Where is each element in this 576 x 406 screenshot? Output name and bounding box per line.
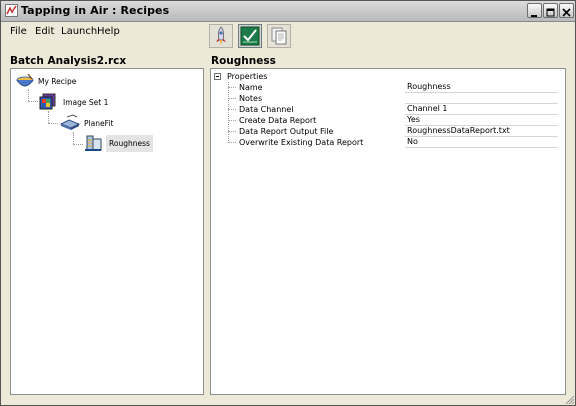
- property-value-field[interactable]: No: [405, 137, 558, 148]
- property-group-header[interactable]: Properties: [211, 71, 565, 82]
- property-value-field[interactable]: [405, 93, 558, 104]
- tree-node-planefit[interactable]: PlaneFit: [59, 113, 113, 133]
- image-set-icon: [39, 93, 56, 110]
- property-row[interactable]: Overwrite Existing Data Report No: [211, 137, 565, 148]
- recipe-file-title: Batch Analysis2.rcx: [10, 55, 127, 67]
- tree-node-roughness[interactable]: Roughness: [83, 133, 153, 153]
- maximize-icon: [546, 8, 555, 17]
- property-name: Data Report Output File: [239, 127, 334, 136]
- menu-help[interactable]: Help: [97, 26, 120, 37]
- copy-report-icon: [271, 27, 287, 45]
- resize-grip-icon[interactable]: [563, 393, 575, 405]
- property-group-label: Properties: [227, 72, 268, 81]
- menu-edit[interactable]: Edit: [35, 26, 54, 37]
- property-name: Notes: [239, 94, 263, 103]
- close-icon: [562, 8, 571, 17]
- analyze-button[interactable]: [238, 24, 262, 48]
- maximize-button[interactable]: [543, 3, 558, 18]
- rocket-icon: [216, 26, 226, 45]
- property-row[interactable]: Name Roughness: [211, 82, 565, 93]
- property-name: Create Data Report: [239, 116, 317, 125]
- report-button[interactable]: [267, 24, 291, 48]
- tree-label: PlaneFit: [84, 118, 114, 128]
- property-name: Overwrite Existing Data Report: [239, 138, 364, 147]
- planefit-icon: [59, 114, 81, 130]
- minimize-button[interactable]: [527, 3, 542, 18]
- collapse-icon[interactable]: [214, 73, 221, 80]
- recipe-bowl-icon: [16, 73, 34, 87]
- property-row[interactable]: Data Report Output File RoughnessDataRep…: [211, 126, 565, 137]
- property-row[interactable]: Data Channel Channel 1: [211, 104, 565, 115]
- tree-label: Image Set 1: [63, 97, 109, 107]
- property-row[interactable]: Create Data Report Yes: [211, 115, 565, 126]
- property-value-field[interactable]: RoughnessDataReport.txt: [405, 126, 558, 137]
- recipes-window: Tapping in Air : Recipes File Edit Launc…: [0, 0, 576, 406]
- property-row[interactable]: Notes: [211, 93, 565, 104]
- tree-label: My Recipe: [38, 76, 77, 86]
- property-name: Data Channel: [239, 105, 294, 114]
- roughness-icon: [85, 135, 102, 151]
- menu-launch[interactable]: Launch: [61, 26, 97, 37]
- property-value-field[interactable]: Roughness: [405, 82, 558, 93]
- property-name: Name: [239, 83, 263, 92]
- menu-file[interactable]: File: [10, 26, 27, 37]
- property-value-field[interactable]: Channel 1: [405, 104, 558, 115]
- property-value-field[interactable]: Yes: [405, 115, 558, 126]
- app-icon: [5, 4, 18, 17]
- close-button[interactable]: [559, 3, 574, 18]
- property-grid-panel: Properties Name Roughness Notes Data Cha…: [210, 68, 566, 395]
- window-title: Tapping in Air : Recipes: [21, 4, 170, 17]
- launch-button[interactable]: [209, 24, 233, 48]
- minimize-icon: [531, 15, 537, 17]
- title-bar[interactable]: Tapping in Air : Recipes: [1, 1, 575, 22]
- recipe-tree-panel: My Recipe Image Set 1 PlaneFit Roughness: [10, 68, 204, 395]
- properties-title: Roughness: [211, 55, 276, 67]
- tree-label: Roughness: [106, 134, 153, 152]
- tree-node-my-recipe[interactable]: My Recipe: [15, 71, 76, 91]
- tree-node-image-set[interactable]: Image Set 1: [37, 92, 108, 112]
- checkmark-graph-icon: [240, 26, 260, 46]
